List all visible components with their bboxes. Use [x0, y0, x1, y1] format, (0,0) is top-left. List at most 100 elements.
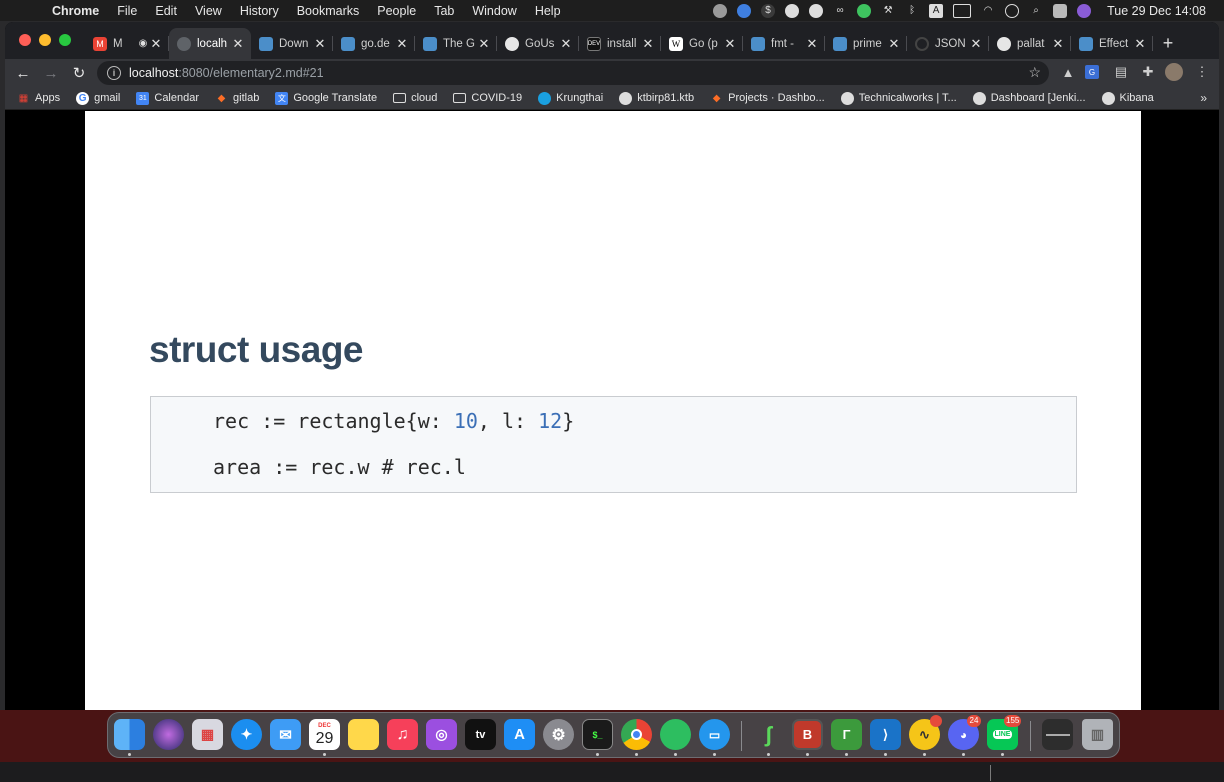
system-preferences-icon[interactable]: ⚙	[543, 719, 574, 750]
terminal-icon[interactable]: $_	[582, 719, 613, 750]
wrench-icon[interactable]: ⚒	[881, 4, 895, 18]
zoom-window-button[interactable]	[59, 34, 71, 46]
tab-close-icon[interactable]: ✕	[805, 36, 819, 52]
trash-icon[interactable]: ▥	[1082, 719, 1113, 750]
bookmark-google-translate[interactable]: 文 Google Translate	[275, 91, 377, 105]
tab-fmt[interactable]: fmt - ✕	[743, 28, 825, 59]
bookmark-star-icon[interactable]: ☆	[1028, 64, 1041, 81]
menu-app-chrome[interactable]: Chrome	[52, 4, 99, 18]
mail-icon[interactable]: ✉	[270, 719, 301, 750]
menu-view[interactable]: View	[195, 4, 222, 18]
tab-json[interactable]: JSON ✕	[907, 28, 989, 59]
bookmarks-overflow-icon[interactable]: »	[1200, 91, 1207, 105]
siri-icon[interactable]	[1077, 3, 1092, 18]
menu-tab[interactable]: Tab	[434, 4, 454, 18]
notes-icon[interactable]	[348, 719, 379, 750]
menu-file[interactable]: File	[117, 4, 137, 18]
bookmark-covid[interactable]: COVID-19	[453, 92, 522, 104]
bookmark-gitlab[interactable]: ◆ gitlab	[215, 92, 260, 105]
tab-close-icon[interactable]: ✕	[231, 36, 245, 52]
glasses-icon[interactable]: ∞	[833, 4, 847, 18]
finder-icon[interactable]	[114, 719, 145, 750]
site-info-icon[interactable]: i	[107, 66, 121, 80]
bear-icon[interactable]: B	[792, 719, 823, 750]
tab-close-icon[interactable]: ✕	[1133, 36, 1147, 52]
menubar-clock[interactable]: Tue 29 Dec 14:08	[1107, 4, 1206, 18]
new-tab-button[interactable]: +	[1153, 28, 1183, 59]
arch-icon[interactable]	[785, 3, 800, 18]
evernote-icon[interactable]	[660, 719, 691, 750]
bookmark-projects[interactable]: ◆ Projects · Dashbo...	[710, 92, 825, 105]
record-icon[interactable]	[713, 3, 728, 18]
menu-bookmarks[interactable]: Bookmarks	[297, 4, 360, 18]
bookmark-calendar[interactable]: 31 Calendar	[136, 91, 199, 105]
tab-close-icon[interactable]: ✕	[477, 36, 491, 52]
tab-gmail[interactable]: M M ◉ ✕	[85, 28, 169, 59]
extensions-puzzle-icon[interactable]: ✚	[1139, 63, 1157, 81]
tab-close-icon[interactable]: ✕	[559, 36, 573, 52]
tab-close-icon[interactable]: ✕	[149, 36, 163, 52]
bookmark-kibana[interactable]: Kibana	[1101, 91, 1154, 105]
bookmark-gmail[interactable]: Ggmail	[76, 91, 120, 105]
apple-tv-icon[interactable]: tv	[465, 719, 496, 750]
menu-help[interactable]: Help	[535, 4, 561, 18]
control-center-icon[interactable]	[1053, 3, 1068, 18]
menu-history[interactable]: History	[240, 4, 279, 18]
line-icon[interactable]	[857, 3, 872, 18]
bookmark-ktbirp[interactable]: ktbirp81.ktb	[619, 91, 694, 105]
bookmark-cloud[interactable]: cloud	[393, 92, 437, 104]
tab-close-icon[interactable]: ✕	[1051, 36, 1065, 52]
calendar-app-icon[interactable]: DEC 29	[309, 719, 340, 750]
address-bar[interactable]: i localhost:8080/elementary2.md#21 ☆	[97, 61, 1049, 85]
tab-install[interactable]: DEV install ✕	[579, 28, 661, 59]
close-window-button[interactable]	[19, 34, 31, 46]
siri-icon[interactable]	[153, 719, 184, 750]
menu-people[interactable]: People	[377, 4, 416, 18]
speedometer-icon[interactable]	[737, 3, 752, 18]
minimized-window-thumbnail[interactable]	[1042, 719, 1073, 750]
back-button[interactable]: ←	[11, 61, 35, 85]
tab-close-icon[interactable]: ✕	[395, 36, 409, 52]
sourcetree-icon[interactable]: ʃ	[753, 719, 784, 750]
profile-avatar[interactable]	[1165, 63, 1183, 81]
menu-window[interactable]: Window	[472, 4, 516, 18]
bookmark-apps[interactable]: ▦ Apps	[17, 92, 60, 105]
app-store-icon[interactable]: A	[504, 719, 535, 750]
reload-button[interactable]: ↻	[67, 61, 91, 85]
user-icon[interactable]	[1005, 3, 1020, 18]
tab-close-icon[interactable]: ✕	[641, 36, 655, 52]
menu-edit[interactable]: Edit	[155, 4, 177, 18]
flow-icon[interactable]: Γ	[831, 719, 862, 750]
bluetooth-icon[interactable]: ᛒ	[905, 4, 919, 18]
tab-gousers[interactable]: GoUs ✕	[497, 28, 579, 59]
bookmark-technicalworks[interactable]: Technicalworks | T...	[840, 91, 957, 105]
safari-icon[interactable]: ✦	[231, 719, 262, 750]
cast-icon[interactable]: ▤	[1112, 63, 1130, 81]
bookmark-krungthai[interactable]: Krungthai	[538, 91, 603, 105]
docker-icon[interactable]: ▭	[699, 719, 730, 750]
tab-pallat[interactable]: pallat ✕	[989, 28, 1071, 59]
tab-localhost[interactable]: localh ✕	[169, 28, 251, 59]
battery-icon[interactable]	[953, 3, 972, 18]
chrome-icon[interactable]	[621, 719, 652, 750]
launchpad-icon[interactable]: ▦	[192, 719, 223, 750]
tab-down[interactable]: Down ✕	[251, 28, 333, 59]
evernote-icon[interactable]	[809, 3, 824, 18]
bookmark-jenkins[interactable]: Dashboard [Jenki...	[972, 91, 1086, 105]
tab-go-wikipedia[interactable]: W Go (p ✕	[661, 28, 743, 59]
vscode-icon[interactable]: ⟩	[870, 719, 901, 750]
music-icon[interactable]: ♫	[387, 719, 418, 750]
tab-close-icon[interactable]: ✕	[313, 36, 327, 52]
tab-close-icon[interactable]: ✕	[887, 36, 901, 52]
tab-go-dev[interactable]: go.de ✕	[333, 28, 415, 59]
tab-close-icon[interactable]: ✕	[723, 36, 737, 52]
input-source-icon[interactable]: A	[929, 3, 944, 18]
drive-icon[interactable]: ▲	[1059, 63, 1077, 81]
minimize-window-button[interactable]	[39, 34, 51, 46]
tab-close-icon[interactable]: ✕	[969, 36, 983, 52]
translate-extension-icon[interactable]: G	[1085, 65, 1099, 79]
search-icon[interactable]: ⌕	[1029, 4, 1043, 18]
tab-the-go[interactable]: The G ✕	[415, 28, 497, 59]
tab-effective[interactable]: Effect ✕	[1071, 28, 1153, 59]
dollar-icon[interactable]: $	[761, 3, 776, 18]
